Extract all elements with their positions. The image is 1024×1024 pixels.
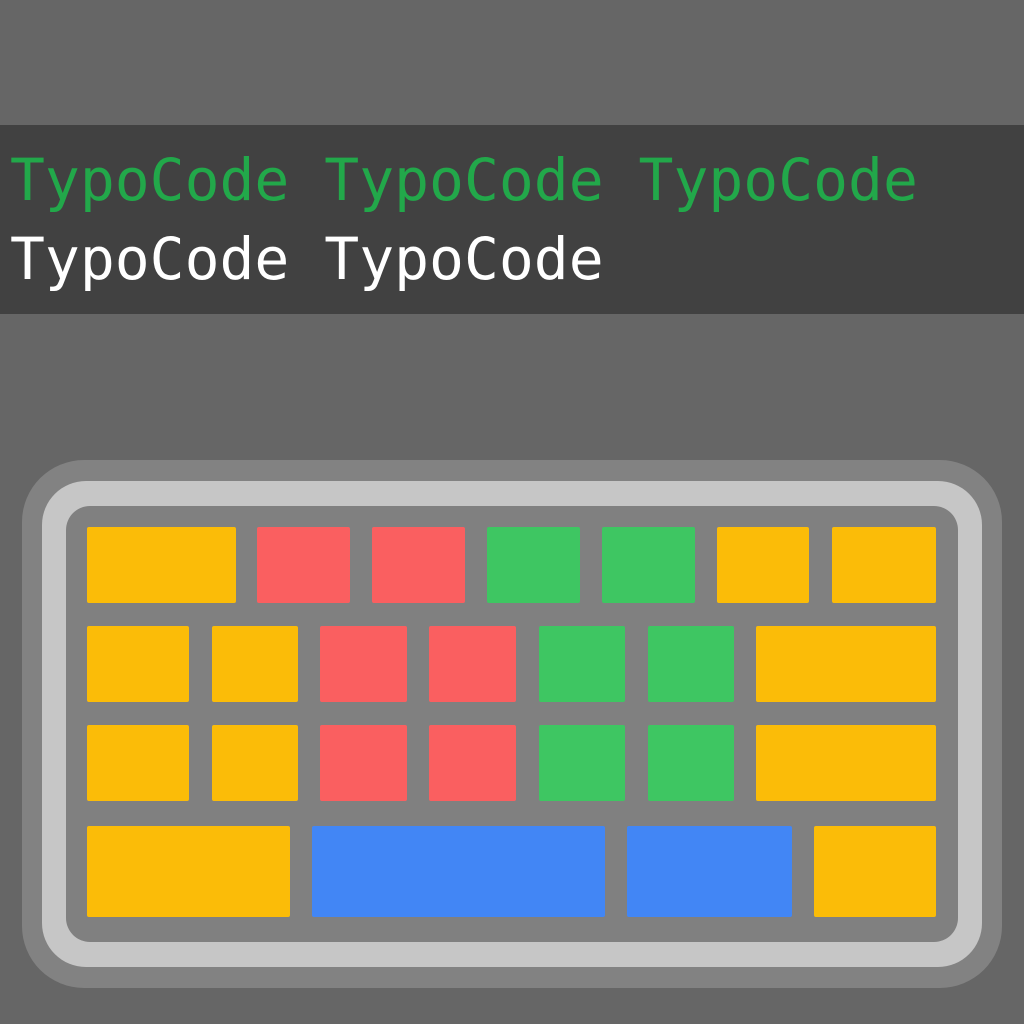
key-row2-1[interactable] (87, 626, 189, 702)
key-row2-5[interactable] (539, 626, 625, 702)
key-row3-1[interactable] (87, 725, 189, 801)
key-row1-2[interactable] (257, 527, 350, 603)
pending-text-line: TypoCode TypoCode (10, 225, 604, 293)
key-row3-7[interactable] (756, 725, 936, 801)
key-row4-3[interactable] (627, 826, 792, 917)
key-row2-6[interactable] (648, 626, 734, 702)
key-row2-3[interactable] (320, 626, 407, 702)
key-row1-7[interactable] (832, 527, 936, 603)
key-row2-2[interactable] (212, 626, 298, 702)
key-row2-4[interactable] (429, 626, 516, 702)
key-row4-4[interactable] (814, 826, 936, 917)
key-row1-3[interactable] (372, 527, 465, 603)
key-row1-5[interactable] (602, 527, 695, 603)
app-canvas: TypoCode TypoCode TypoCode TypoCode Typo… (0, 0, 1024, 1024)
key-row2-7[interactable] (756, 626, 936, 702)
key-row3-2[interactable] (212, 725, 298, 801)
key-row3-3[interactable] (320, 725, 407, 801)
key-row1-1[interactable] (87, 527, 236, 603)
key-row3-6[interactable] (648, 725, 734, 801)
key-row4-2[interactable] (312, 826, 605, 917)
key-row1-6[interactable] (717, 527, 809, 603)
key-row4-1[interactable] (87, 826, 290, 917)
key-row1-4[interactable] (487, 527, 580, 603)
key-row3-4[interactable] (429, 725, 516, 801)
key-row3-5[interactable] (539, 725, 625, 801)
typed-text-line: TypoCode TypoCode TypoCode (10, 146, 918, 214)
